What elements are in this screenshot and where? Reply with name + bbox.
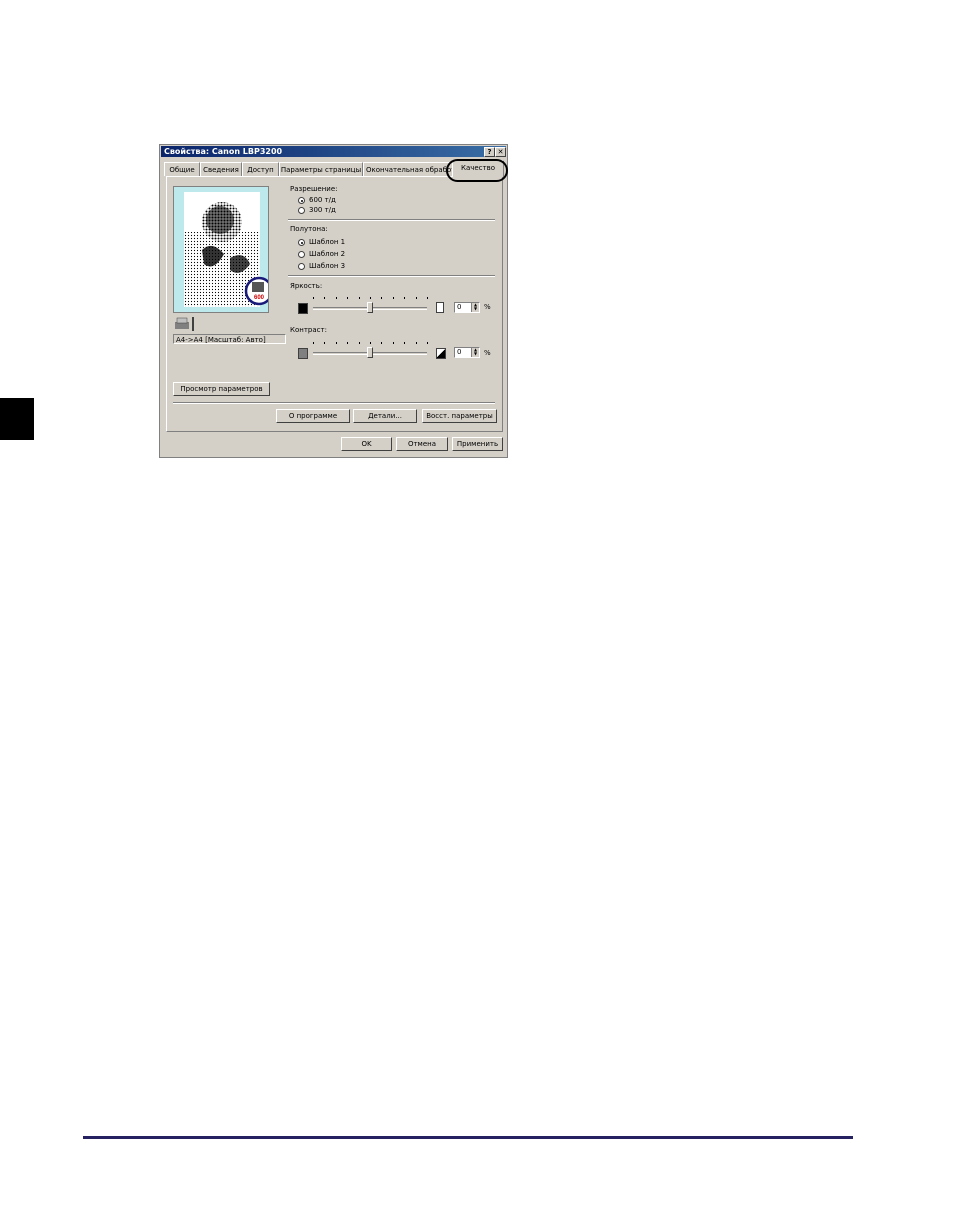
tab-access[interactable]: Доступ	[242, 162, 279, 176]
brightness-tick	[324, 297, 326, 299]
contrast-spinbox[interactable]: 0 ▲ ▼	[454, 347, 480, 358]
contrast-tick	[335, 342, 337, 344]
badge-text: 600	[254, 295, 265, 301]
contrast-label: Контраст:	[290, 326, 327, 334]
halftone-pattern1-label[interactable]: Шаблон 1	[309, 238, 345, 247]
contrast-tick	[347, 342, 349, 344]
halftone-pattern3-radio[interactable]	[298, 263, 305, 270]
close-button[interactable]: ✕	[495, 147, 506, 157]
contrast-tick	[370, 342, 371, 344]
brightness-tick	[347, 297, 349, 299]
restore-defaults-button[interactable]: Восст. параметры	[422, 409, 497, 423]
brightness-light-icon	[436, 302, 444, 313]
brightness-value: 0	[457, 303, 462, 311]
printer-icon	[175, 317, 194, 331]
brightness-tick	[335, 297, 337, 299]
resolution-600-label[interactable]: 600 т/д	[309, 196, 336, 205]
brightness-tick	[381, 297, 383, 299]
contrast-slider-thumb[interactable]	[367, 347, 373, 358]
contrast-unit: %	[484, 349, 491, 357]
chapter-side-tab	[0, 398, 34, 440]
brightness-spin-buttons[interactable]: ▲ ▼	[471, 303, 479, 312]
contrast-high-icon	[436, 348, 446, 359]
footer-rule	[83, 1136, 853, 1139]
contrast-tick	[324, 342, 326, 344]
cancel-button[interactable]: Отмена	[396, 437, 448, 451]
view-settings-button[interactable]: Просмотр параметров	[173, 382, 270, 396]
halftone-pattern2-label[interactable]: Шаблон 2	[309, 250, 345, 259]
brightness-slider-thumb[interactable]	[367, 302, 373, 313]
contrast-spin-buttons[interactable]: ▲ ▼	[471, 348, 479, 357]
resolution-300-radio[interactable]	[298, 207, 305, 214]
brightness-dark-icon	[298, 303, 308, 314]
preview-caption: A4->A4 [Масштаб: Авто]	[173, 334, 286, 344]
resolution-badge: 600	[244, 276, 268, 306]
tab-general[interactable]: Общие	[164, 162, 200, 176]
contrast-value: 0	[457, 348, 462, 356]
help-button[interactable]: ?	[484, 147, 495, 157]
ok-button[interactable]: OK	[341, 437, 392, 451]
brightness-unit: %	[484, 303, 491, 311]
brightness-tick	[415, 297, 417, 299]
halftone-label: Полутона:	[290, 225, 328, 233]
details-button[interactable]: Детали...	[353, 409, 417, 423]
title-bar[interactable]: Свойства: Canon LBP3200 ? ✕	[161, 146, 506, 157]
brightness-label: Яркость:	[290, 282, 323, 290]
contrast-tick	[415, 342, 417, 344]
contrast-tick	[313, 342, 314, 344]
apply-button[interactable]: Применить	[452, 437, 503, 451]
brightness-tick	[358, 297, 360, 299]
separator	[288, 275, 495, 277]
tab-page-setup[interactable]: Параметры страницы	[279, 162, 363, 176]
tab-finishing[interactable]: Окончательная обработка	[363, 162, 453, 176]
contrast-tick	[392, 342, 394, 344]
brightness-tick	[427, 297, 428, 299]
brightness-tick	[392, 297, 394, 299]
halftone-pattern1-radio[interactable]	[298, 239, 305, 246]
tab-info[interactable]: Сведения	[200, 162, 242, 176]
print-preview: 600	[173, 186, 269, 313]
brightness-tick	[313, 297, 314, 299]
halftone-pattern3-label[interactable]: Шаблон 3	[309, 262, 345, 271]
window-title: Свойства: Canon LBP3200	[164, 147, 283, 156]
resolution-300-label[interactable]: 300 т/д	[309, 206, 336, 215]
separator	[173, 402, 495, 404]
halftone-pattern2-radio[interactable]	[298, 251, 305, 258]
contrast-tick	[381, 342, 383, 344]
separator	[288, 219, 495, 221]
contrast-tick	[427, 342, 428, 344]
brightness-tick	[404, 297, 406, 299]
about-button[interactable]: О программе	[276, 409, 350, 423]
resolution-600-radio[interactable]	[298, 197, 305, 204]
brightness-spinbox[interactable]: 0 ▲ ▼	[454, 302, 480, 313]
contrast-low-icon	[298, 348, 308, 359]
highlight-circle	[446, 159, 508, 182]
contrast-tick	[358, 342, 360, 344]
resolution-label: Разрешение:	[290, 185, 338, 193]
contrast-tick	[404, 342, 406, 344]
printer-properties-dialog: Свойства: Canon LBP3200 ? ✕ Общие Сведен…	[159, 144, 508, 458]
brightness-tick	[370, 297, 371, 299]
